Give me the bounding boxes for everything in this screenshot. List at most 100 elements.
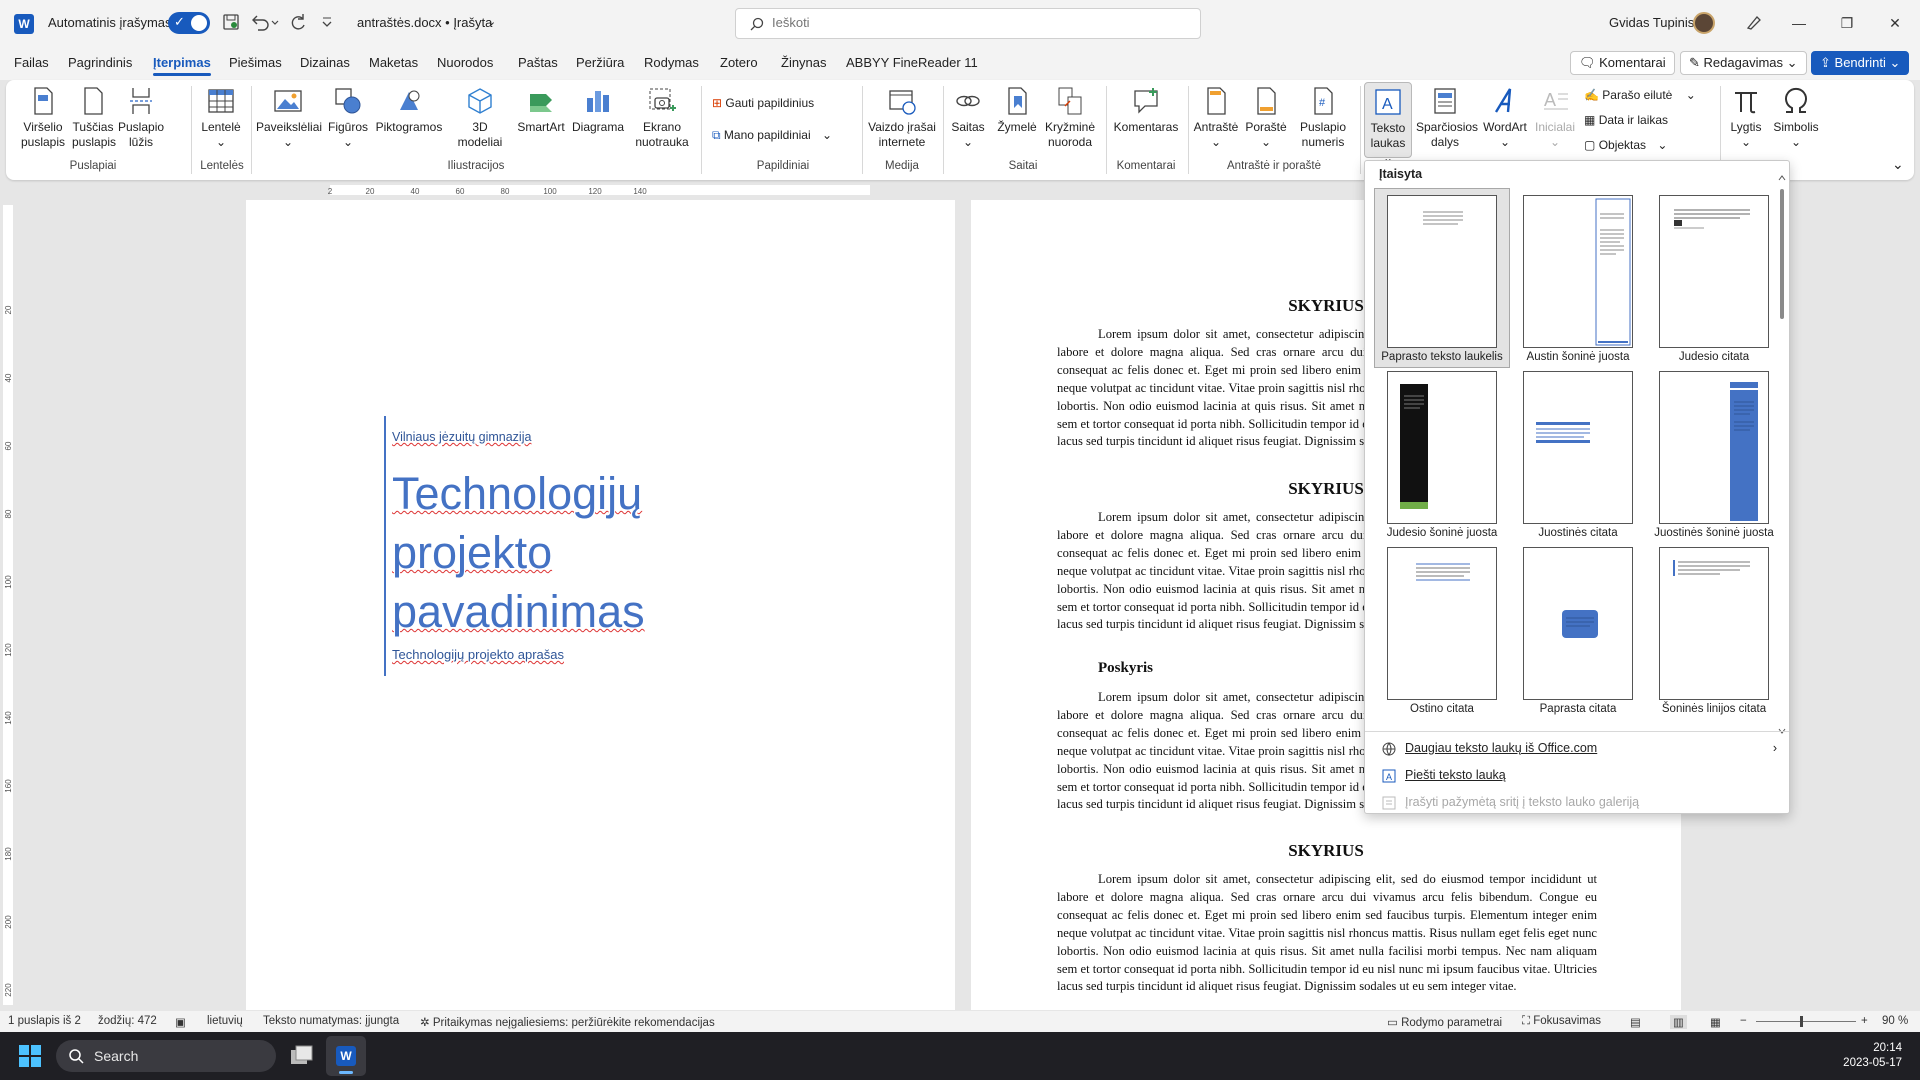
text-predictions[interactable]: Teksto numatymas: įjungta (263, 1015, 399, 1027)
quick-parts-button[interactable]: Sparčiosios dalys (1416, 82, 1478, 150)
tab-review[interactable]: Peržiūra (576, 55, 624, 70)
comments-button[interactable]: 🗨 Komentarai (1570, 51, 1675, 75)
zoom-level[interactable]: 90 % (1882, 1015, 1908, 1027)
windows-start-icon[interactable] (18, 1044, 42, 1068)
print-layout-icon[interactable]: ▥ (1670, 1015, 1687, 1029)
tab-mailings[interactable]: Paštas (518, 55, 558, 70)
maximize-button[interactable]: ❐ (1824, 0, 1870, 46)
3d-models-button[interactable]: 3D modeliai (450, 82, 510, 150)
zoom-slider[interactable] (1756, 1021, 1856, 1022)
avatar[interactable] (1693, 12, 1715, 34)
smartart-button[interactable]: SmartArt (514, 82, 568, 135)
icons-button[interactable]: Piktogramos (374, 82, 444, 135)
pen-icon[interactable] (1745, 13, 1763, 31)
gallery-item-banded-quote[interactable]: Juostinės citata (1511, 365, 1645, 543)
gallery-item-austin-quote[interactable]: Ostino citata (1375, 541, 1509, 719)
gallery-item-motion-quote[interactable]: Judesio citata (1647, 189, 1781, 367)
page-number-button[interactable]: # Puslapio numeris (1294, 82, 1352, 150)
gallery-item-sideline-quote[interactable]: Šoninės linijos citata (1647, 541, 1781, 719)
task-view-icon[interactable] (290, 1045, 314, 1067)
customize-toolbar-icon[interactable] (321, 14, 333, 30)
text-box-button[interactable]: A Teksto laukas ⌄ (1364, 82, 1412, 165)
cover-page-button[interactable]: Viršelio puslapis (18, 82, 68, 150)
read-mode-icon[interactable]: ▤ (1630, 1015, 1641, 1029)
draw-text-box-menu-item[interactable]: A Piešti teksto lauką (1381, 768, 1506, 783)
gallery-item-simple-quote[interactable]: Paprasta citata (1511, 541, 1645, 719)
equation-button[interactable]: Lygtis ⌄ (1724, 82, 1768, 150)
save-icon[interactable] (222, 13, 240, 31)
wordart-button[interactable]: WordArt ⌄ (1480, 82, 1530, 150)
close-button[interactable]: ✕ (1872, 0, 1918, 46)
shapes-button[interactable]: Figūros ⌄ (326, 82, 370, 150)
search-box[interactable] (735, 8, 1201, 39)
cover-subtitle[interactable]: Technologijų projekto aprašas (392, 647, 564, 662)
chevron-down-icon[interactable]: ⌄ (487, 15, 496, 28)
my-addins-button[interactable]: ⧉ Mano papildiniai ⌄ (712, 128, 832, 143)
signature-line-button[interactable]: ✍ Parašo eilutė ⌄ (1584, 88, 1696, 102)
display-settings[interactable]: ▭ Rodymo parametrai (1387, 1015, 1502, 1029)
gallery-item-motion-sidebar[interactable]: Judesio šoninė juosta (1375, 365, 1509, 543)
share-button[interactable]: ⇪ Bendrinti ⌄ (1811, 51, 1910, 75)
header-button[interactable]: Antraštė ⌄ (1192, 82, 1240, 150)
autosave-toggle[interactable]: ✓ (168, 12, 210, 34)
page-count[interactable]: 1 puslapis iš 2 (8, 1015, 81, 1027)
language[interactable]: lietuvių (207, 1015, 243, 1027)
taskbar-word-button[interactable]: W (326, 1036, 366, 1076)
bookmark-button[interactable]: Žymelė (994, 82, 1040, 135)
tab-layout[interactable]: Maketas (369, 55, 418, 70)
tab-home[interactable]: Pagrindinis (68, 55, 132, 70)
pictures-button[interactable]: Paveikslėliai ⌄ (256, 82, 322, 150)
cover-title[interactable]: Technologijų projekto pavadinimas (392, 464, 812, 641)
tab-insert[interactable]: Įterpimas (153, 55, 211, 76)
web-layout-icon[interactable]: ▦ (1710, 1015, 1721, 1029)
search-input[interactable] (772, 15, 1172, 30)
zoom-in-button[interactable]: + (1861, 1015, 1868, 1027)
document-title[interactable]: antraštės.docx • Įrašyta (357, 15, 492, 30)
cross-reference-button[interactable]: Kryžminė nuoroda (1042, 82, 1098, 150)
user-name[interactable]: Gvidas Tupinis (1609, 15, 1694, 30)
gallery-item-austin-sidebar[interactable]: Austin šoninė juosta (1511, 189, 1645, 367)
tab-references[interactable]: Nuorodos (437, 55, 493, 70)
gallery-item-simple-text-box[interactable]: Paprasto teksto laukelis (1374, 188, 1510, 368)
page-break-button[interactable]: Puslapio lūžis (118, 82, 164, 150)
blank-page-button[interactable]: Tuščias puslapis (72, 82, 116, 150)
proofing-icon[interactable]: ▣ (175, 1015, 186, 1029)
section-subheading[interactable]: Poskyris (1098, 660, 1153, 677)
system-clock[interactable]: 20:14 2023-05-17 (1843, 1041, 1902, 1071)
screenshot-button[interactable]: Ekrano nuotrauka (630, 82, 694, 150)
tab-design[interactable]: Dizainas (300, 55, 350, 70)
taskbar-search[interactable]: Search (56, 1040, 276, 1072)
tab-zotero[interactable]: Zotero (720, 55, 758, 70)
undo-icon[interactable] (250, 13, 280, 31)
symbol-button[interactable]: Simbolis ⌄ (1770, 82, 1822, 150)
vertical-ruler[interactable]: 20 40 60 80 100 120 140 160 180 200 220 (0, 205, 18, 1005)
gallery-item-banded-sidebar[interactable]: Juostinės šoninė juosta (1647, 365, 1781, 543)
get-addins-button[interactable]: ⊞ Gauti papildinius (712, 96, 814, 110)
link-button[interactable]: Saitas ⌄ (948, 82, 988, 150)
tab-view[interactable]: Rodymas (644, 55, 699, 70)
object-button[interactable]: ▢ Objektas ⌄ (1584, 138, 1667, 152)
drop-cap-button[interactable]: A Inicialai ⌄ (1532, 82, 1578, 150)
chapter-heading[interactable]: SKYRIUS (971, 841, 1681, 861)
tab-abbyy[interactable]: ABBYY FineReader 11 (846, 55, 978, 70)
horizontal-ruler[interactable]: 2 20 40 60 80 100 120 140 (245, 183, 960, 197)
tab-file[interactable]: Failas (14, 55, 49, 70)
cover-page[interactable]: Vilniaus jėzuitų gimnazija Technologijų … (246, 200, 955, 1010)
editing-button[interactable]: ✎ Redagavimas ⌄ (1680, 51, 1807, 75)
footer-button[interactable]: Poraštė ⌄ (1242, 82, 1290, 150)
collapse-ribbon-icon[interactable]: ⌄ (1892, 156, 1904, 173)
cover-school-name[interactable]: Vilniaus jėzuitų gimnazija (392, 430, 531, 444)
tab-help[interactable]: Žinynas (781, 55, 827, 70)
accessibility-status[interactable]: ✲ Pritaikymas neįgaliesiems: peržiūrėkit… (420, 1015, 715, 1029)
redo-icon[interactable] (289, 13, 307, 31)
tab-draw[interactable]: Piešimas (229, 55, 282, 70)
zoom-out-button[interactable]: − (1740, 1015, 1747, 1027)
comment-button[interactable]: Komentaras (1110, 82, 1182, 135)
focus-mode[interactable]: ⛶ Fokusavimas (1522, 1015, 1601, 1028)
table-button[interactable]: Lentelė ⌄ (198, 82, 244, 150)
minimize-button[interactable]: — (1776, 0, 1822, 46)
more-text-boxes-menu-item[interactable]: Daugiau teksto laukų iš Office.com › (1381, 741, 1777, 756)
chart-button[interactable]: Diagrama (570, 82, 626, 135)
zoom-slider-thumb[interactable] (1800, 1016, 1803, 1027)
date-time-button[interactable]: ▦ Data ir laikas (1584, 113, 1668, 127)
